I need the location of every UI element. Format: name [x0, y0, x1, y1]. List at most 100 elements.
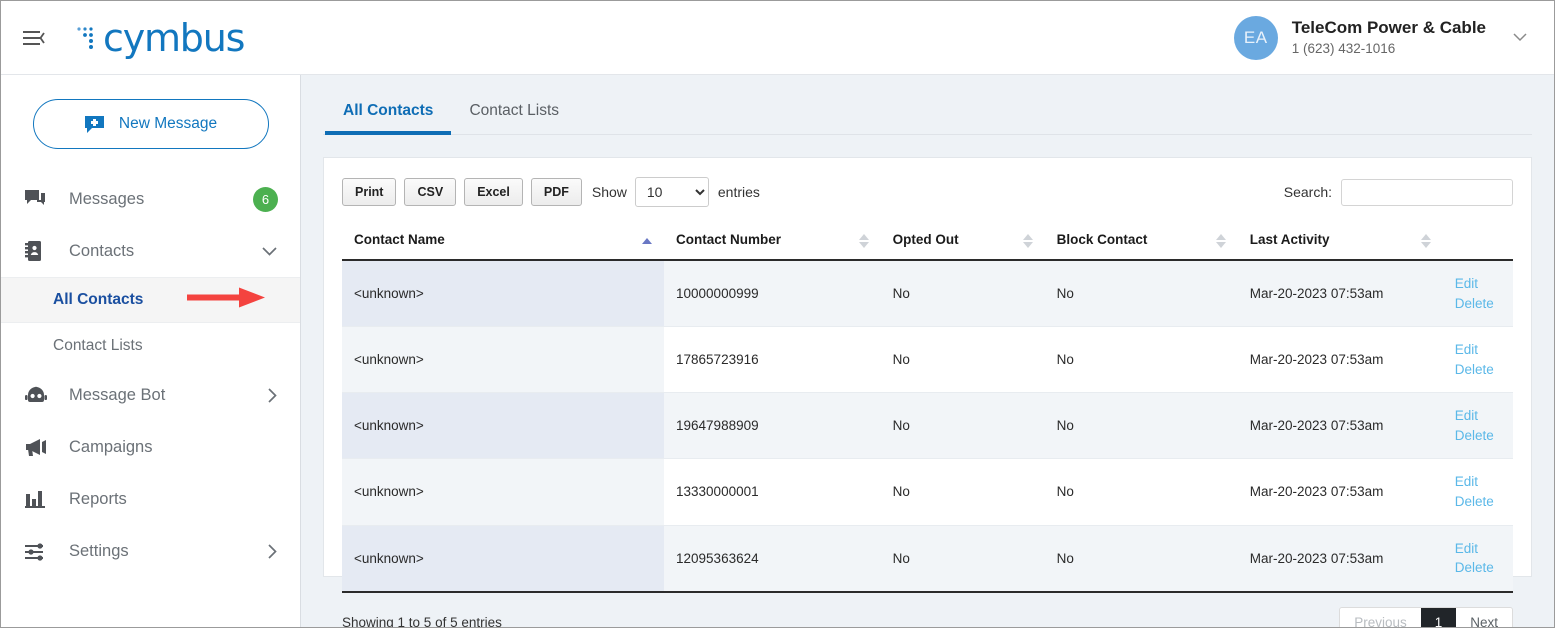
cell-contact-number: 10000000999	[664, 260, 881, 328]
pagination-page-1-button[interactable]: 1	[1420, 607, 1457, 627]
tab-label: Contact Lists	[469, 102, 560, 119]
sort-indicator-icon[interactable]	[1022, 233, 1033, 248]
csv-button[interactable]: CSV	[404, 178, 457, 206]
chevron-right-icon[interactable]	[267, 387, 278, 404]
sidebar-item-settings[interactable]: Settings	[1, 525, 300, 577]
column-header-contact-name[interactable]: Contact Name	[342, 222, 665, 261]
app-logo[interactable]: cymbus	[75, 15, 245, 60]
cell-contact-number: 17865723916	[664, 326, 881, 394]
column-label: Contact Name	[354, 232, 445, 247]
account-text: TeleCom Power & Cable 1 (623) 432-1016	[1292, 17, 1486, 58]
cell-last-activity: Mar-20-2023 07:53am	[1237, 525, 1443, 593]
messages-badge: 6	[253, 186, 278, 212]
sidebar-item-label: Settings	[69, 541, 129, 560]
edit-link[interactable]: Edit	[1455, 274, 1509, 294]
chevron-down-icon[interactable]	[261, 246, 278, 257]
sidebar-item-contacts[interactable]: Contacts	[1, 225, 300, 277]
table-row[interactable]: <unknown> 13330000001 No No Mar-20-2023 …	[342, 458, 1513, 526]
cell-opted-out: No	[880, 260, 1045, 328]
edit-link[interactable]: Edit	[1455, 340, 1509, 360]
table-row[interactable]: <unknown> 12095363624 No No Mar-20-2023 …	[342, 525, 1513, 593]
sidebar: New Message Messages 6 Contacts All Cont…	[1, 75, 301, 627]
table-row[interactable]: <unknown> 19647988909 No No Mar-20-2023 …	[342, 392, 1513, 460]
column-label: Block Contact	[1056, 232, 1148, 247]
sidebar-subitem-label: All Contacts	[53, 291, 144, 308]
column-label: Contact Number	[676, 232, 782, 247]
red-arrow-annotation-icon	[187, 286, 267, 315]
avatar: EA	[1233, 15, 1278, 60]
sidebar-item-label: Contacts	[69, 241, 135, 260]
cell-contact-name: <unknown>	[342, 326, 665, 394]
sort-indicator-icon[interactable]	[858, 233, 869, 248]
chevron-right-icon[interactable]	[267, 543, 278, 560]
cell-contact-number: 13330000001	[664, 458, 881, 526]
entries-per-page-select[interactable]: 10 25 50 100	[634, 177, 709, 207]
sidebar-item-reports[interactable]: Reports	[1, 473, 300, 525]
bar-chart-icon	[25, 490, 55, 509]
column-label: Opted Out	[892, 232, 959, 247]
delete-link[interactable]: Delete	[1455, 492, 1509, 512]
tab-contact-lists[interactable]: Contact Lists	[451, 102, 577, 134]
search-label: Search:	[1283, 184, 1332, 200]
column-header-last-activity[interactable]: Last Activity	[1237, 222, 1443, 261]
cell-block-contact: No	[1044, 392, 1238, 460]
cell-actions: Edit Delete	[1442, 458, 1513, 526]
edit-link[interactable]: Edit	[1455, 472, 1509, 492]
pagination-previous-button[interactable]: Previous	[1340, 607, 1421, 627]
contacts-panel: Print CSV Excel PDF Show 10 25 50 100 en…	[323, 157, 1532, 627]
cell-contact-name: <unknown>	[342, 392, 665, 460]
pdf-button[interactable]: PDF	[530, 178, 582, 206]
delete-link[interactable]: Delete	[1455, 558, 1509, 578]
cell-contact-name: <unknown>	[342, 458, 665, 526]
table-header-row: Contact Name Contact Number Opted Out Bl…	[342, 222, 1513, 261]
column-header-block-contact[interactable]: Block Contact	[1044, 222, 1238, 261]
column-header-contact-number[interactable]: Contact Number	[664, 222, 881, 261]
cell-block-contact: No	[1044, 326, 1238, 394]
sort-indicator-icon[interactable]	[1420, 233, 1431, 248]
sidebar-item-message-bot[interactable]: Message Bot	[1, 369, 300, 421]
app-window: cymbus EA TeleCom Power & Cable 1 (623) …	[0, 0, 1555, 628]
pagination: Previous 1 Next	[1339, 606, 1513, 627]
hamburger-collapse-icon[interactable]	[19, 23, 49, 53]
pagination-next-button[interactable]: Next	[1456, 607, 1512, 627]
account-menu[interactable]: EA TeleCom Power & Cable 1 (623) 432-101…	[1233, 15, 1532, 60]
sidebar-item-contact-lists[interactable]: Contact Lists	[1, 323, 300, 369]
sidebar-item-label: Message Bot	[69, 385, 166, 404]
account-name: TeleCom Power & Cable	[1291, 17, 1486, 37]
delete-link[interactable]: Delete	[1455, 294, 1509, 314]
search-input[interactable]	[1341, 178, 1513, 206]
sort-indicator-icon[interactable]	[1215, 233, 1226, 248]
top-bar: cymbus EA TeleCom Power & Cable 1 (623) …	[1, 1, 1554, 75]
sidebar-item-label: Reports	[69, 489, 127, 508]
cell-block-contact: No	[1044, 458, 1238, 526]
cell-last-activity: Mar-20-2023 07:53am	[1237, 458, 1443, 526]
edit-link[interactable]: Edit	[1455, 539, 1509, 559]
column-header-opted-out[interactable]: Opted Out	[880, 222, 1045, 261]
delete-link[interactable]: Delete	[1455, 360, 1509, 380]
tab-all-contacts[interactable]: All Contacts	[325, 102, 452, 135]
table-row[interactable]: <unknown> 17865723916 No No Mar-20-2023 …	[342, 326, 1513, 394]
messages-icon	[25, 190, 55, 208]
print-button[interactable]: Print	[342, 178, 397, 206]
sidebar-item-campaigns[interactable]: Campaigns	[1, 421, 300, 473]
tab-bar: All Contacts Contact Lists	[323, 75, 1532, 135]
cell-actions: Edit Delete	[1442, 525, 1513, 593]
delete-link[interactable]: Delete	[1455, 426, 1509, 446]
excel-button[interactable]: Excel	[464, 178, 523, 206]
cell-actions: Edit Delete	[1442, 392, 1513, 460]
sort-indicator-ascending-icon[interactable]	[642, 237, 653, 244]
robot-icon	[25, 386, 55, 405]
cell-contact-name: <unknown>	[342, 260, 665, 328]
sidebar-item-all-contacts[interactable]: All Contacts	[1, 277, 300, 323]
cell-block-contact: No	[1044, 525, 1238, 593]
logo-text: cymbus	[103, 15, 245, 60]
table-row[interactable]: <unknown> 10000000999 No No Mar-20-2023 …	[342, 260, 1513, 328]
edit-link[interactable]: Edit	[1455, 406, 1509, 426]
table-toolbar: Print CSV Excel PDF Show 10 25 50 100 en…	[342, 176, 1513, 208]
cymbus-dots-icon	[75, 18, 101, 57]
sidebar-item-messages[interactable]: Messages 6	[1, 173, 300, 225]
table-head: Contact Name Contact Number Opted Out Bl…	[342, 222, 1513, 261]
new-message-button[interactable]: New Message	[32, 99, 269, 149]
column-label: Last Activity	[1249, 232, 1330, 247]
chevron-down-icon[interactable]	[1512, 29, 1528, 47]
